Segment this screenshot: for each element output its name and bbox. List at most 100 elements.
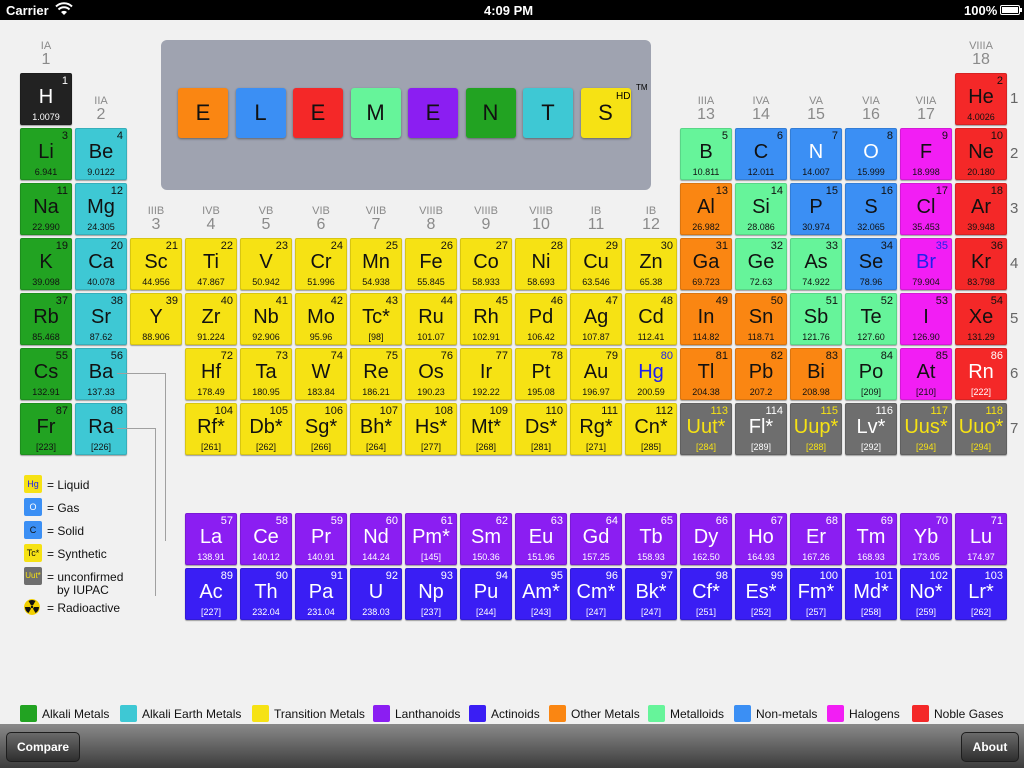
element-cell-se[interactable]: 34 Se 78.96	[845, 238, 897, 290]
element-cell-f[interactable]: 9 F 18.998	[900, 128, 952, 180]
element-cell-xe[interactable]: 54 Xe 131.29	[955, 293, 1007, 345]
element-cell-h[interactable]: 1 H 1.0079	[20, 73, 72, 125]
element-cell-uuo[interactable]: 118 Uuo* [294]	[955, 403, 1007, 455]
element-cell-s[interactable]: 16 S 32.065	[845, 183, 897, 235]
element-cell-db[interactable]: 105 Db* [262]	[240, 403, 292, 455]
element-cell-lr[interactable]: 103 Lr* [262]	[955, 568, 1007, 620]
element-cell-bk[interactable]: 97 Bk* [247]	[625, 568, 677, 620]
element-cell-u[interactable]: 92 U 238.03	[350, 568, 402, 620]
element-cell-nb[interactable]: 41 Nb 92.906	[240, 293, 292, 345]
about-button[interactable]: About	[961, 732, 1019, 762]
element-cell-rf[interactable]: 104 Rf* [261]	[185, 403, 237, 455]
element-cell-la[interactable]: 57 La 138.91	[185, 513, 237, 565]
element-cell-he[interactable]: 2 He 4.0026	[955, 73, 1007, 125]
element-cell-th[interactable]: 90 Th 232.04	[240, 568, 292, 620]
element-cell-rb[interactable]: 37 Rb 85.468	[20, 293, 72, 345]
element-cell-mt[interactable]: 109 Mt* [268]	[460, 403, 512, 455]
element-cell-lu[interactable]: 71 Lu 174.97	[955, 513, 1007, 565]
element-cell-hg[interactable]: 80 Hg 200.59	[625, 348, 677, 400]
element-cell-mo[interactable]: 42 Mo 95.96	[295, 293, 347, 345]
element-cell-cd[interactable]: 48 Cd 112.41	[625, 293, 677, 345]
element-cell-li[interactable]: 3 Li 6.941	[20, 128, 72, 180]
element-cell-lv[interactable]: 116 Lv* [292]	[845, 403, 897, 455]
element-cell-cl[interactable]: 17 Cl 35.453	[900, 183, 952, 235]
element-cell-as[interactable]: 33 As 74.922	[790, 238, 842, 290]
element-cell-sc[interactable]: 21 Sc 44.956	[130, 238, 182, 290]
element-cell-p[interactable]: 15 P 30.974	[790, 183, 842, 235]
element-cell-sm[interactable]: 62 Sm 150.36	[460, 513, 512, 565]
element-cell-bi[interactable]: 83 Bi 208.98	[790, 348, 842, 400]
element-cell-cn[interactable]: 112 Cn* [285]	[625, 403, 677, 455]
element-cell-ta[interactable]: 73 Ta 180.95	[240, 348, 292, 400]
element-cell-eu[interactable]: 63 Eu 151.96	[515, 513, 567, 565]
element-cell-tc[interactable]: 43 Tc* [98]	[350, 293, 402, 345]
element-cell-au[interactable]: 79 Au 196.97	[570, 348, 622, 400]
element-cell-pd[interactable]: 46 Pd 106.42	[515, 293, 567, 345]
element-cell-pb[interactable]: 82 Pb 207.2	[735, 348, 787, 400]
element-cell-rh[interactable]: 45 Rh 102.91	[460, 293, 512, 345]
element-cell-fr[interactable]: 87 Fr [223]	[20, 403, 72, 455]
element-cell-w[interactable]: 74 W 183.84	[295, 348, 347, 400]
element-cell-bh[interactable]: 107 Bh* [264]	[350, 403, 402, 455]
element-cell-np[interactable]: 93 Np [237]	[405, 568, 457, 620]
element-cell-ce[interactable]: 58 Ce 140.12	[240, 513, 292, 565]
element-cell-rg[interactable]: 111 Rg* [271]	[570, 403, 622, 455]
element-cell-mn[interactable]: 25 Mn 54.938	[350, 238, 402, 290]
element-cell-pt[interactable]: 78 Pt 195.08	[515, 348, 567, 400]
element-cell-tb[interactable]: 65 Tb 158.93	[625, 513, 677, 565]
element-cell-sr[interactable]: 38 Sr 87.62	[75, 293, 127, 345]
element-cell-c[interactable]: 6 C 12.011	[735, 128, 787, 180]
element-cell-al[interactable]: 13 Al 26.982	[680, 183, 732, 235]
element-cell-pa[interactable]: 91 Pa 231.04	[295, 568, 347, 620]
element-cell-tl[interactable]: 81 Tl 204.38	[680, 348, 732, 400]
element-cell-ag[interactable]: 47 Ag 107.87	[570, 293, 622, 345]
element-cell-tm[interactable]: 69 Tm 168.93	[845, 513, 897, 565]
element-cell-be[interactable]: 4 Be 9.0122	[75, 128, 127, 180]
element-cell-ca[interactable]: 20 Ca 40.078	[75, 238, 127, 290]
element-cell-os[interactable]: 76 Os 190.23	[405, 348, 457, 400]
element-cell-cm[interactable]: 96 Cm* [247]	[570, 568, 622, 620]
element-cell-sb[interactable]: 51 Sb 121.76	[790, 293, 842, 345]
element-cell-uus[interactable]: 117 Uus* [294]	[900, 403, 952, 455]
element-cell-am[interactable]: 95 Am* [243]	[515, 568, 567, 620]
element-cell-k[interactable]: 19 K 39.098	[20, 238, 72, 290]
element-cell-po[interactable]: 84 Po [209]	[845, 348, 897, 400]
element-cell-n[interactable]: 7 N 14.007	[790, 128, 842, 180]
element-cell-pm[interactable]: 61 Pm* [145]	[405, 513, 457, 565]
element-cell-o[interactable]: 8 O 15.999	[845, 128, 897, 180]
element-cell-te[interactable]: 52 Te 127.60	[845, 293, 897, 345]
element-cell-at[interactable]: 85 At [210]	[900, 348, 952, 400]
element-cell-ga[interactable]: 31 Ga 69.723	[680, 238, 732, 290]
element-cell-ge[interactable]: 32 Ge 72.63	[735, 238, 787, 290]
element-cell-co[interactable]: 27 Co 58.933	[460, 238, 512, 290]
element-cell-cf[interactable]: 98 Cf* [251]	[680, 568, 732, 620]
element-cell-re[interactable]: 75 Re 186.21	[350, 348, 402, 400]
element-cell-zr[interactable]: 40 Zr 91.224	[185, 293, 237, 345]
element-cell-mg[interactable]: 12 Mg 24.305	[75, 183, 127, 235]
element-cell-no[interactable]: 102 No* [259]	[900, 568, 952, 620]
element-cell-zn[interactable]: 30 Zn 65.38	[625, 238, 677, 290]
element-cell-in[interactable]: 49 In 114.82	[680, 293, 732, 345]
element-cell-fe[interactable]: 26 Fe 55.845	[405, 238, 457, 290]
element-cell-fl[interactable]: 114 Fl* [289]	[735, 403, 787, 455]
element-cell-cs[interactable]: 55 Cs 132.91	[20, 348, 72, 400]
element-cell-ru[interactable]: 44 Ru 101.07	[405, 293, 457, 345]
element-cell-sg[interactable]: 106 Sg* [266]	[295, 403, 347, 455]
element-cell-cu[interactable]: 29 Cu 63.546	[570, 238, 622, 290]
element-cell-ti[interactable]: 22 Ti 47.867	[185, 238, 237, 290]
element-cell-nd[interactable]: 60 Nd 144.24	[350, 513, 402, 565]
element-cell-ir[interactable]: 77 Ir 192.22	[460, 348, 512, 400]
element-cell-ni[interactable]: 28 Ni 58.693	[515, 238, 567, 290]
element-cell-hf[interactable]: 72 Hf 178.49	[185, 348, 237, 400]
element-cell-hs[interactable]: 108 Hs* [277]	[405, 403, 457, 455]
element-cell-yb[interactable]: 70 Yb 173.05	[900, 513, 952, 565]
element-cell-v[interactable]: 23 V 50.942	[240, 238, 292, 290]
element-cell-uut[interactable]: 113 Uut* [284]	[680, 403, 732, 455]
element-cell-ne[interactable]: 10 Ne 20.180	[955, 128, 1007, 180]
element-cell-y[interactable]: 39 Y 88.906	[130, 293, 182, 345]
element-cell-fm[interactable]: 100 Fm* [257]	[790, 568, 842, 620]
element-cell-rn[interactable]: 86 Rn [222]	[955, 348, 1007, 400]
element-cell-b[interactable]: 5 B 10.811	[680, 128, 732, 180]
element-cell-uup[interactable]: 115 Uup* [288]	[790, 403, 842, 455]
element-cell-pr[interactable]: 59 Pr 140.91	[295, 513, 347, 565]
